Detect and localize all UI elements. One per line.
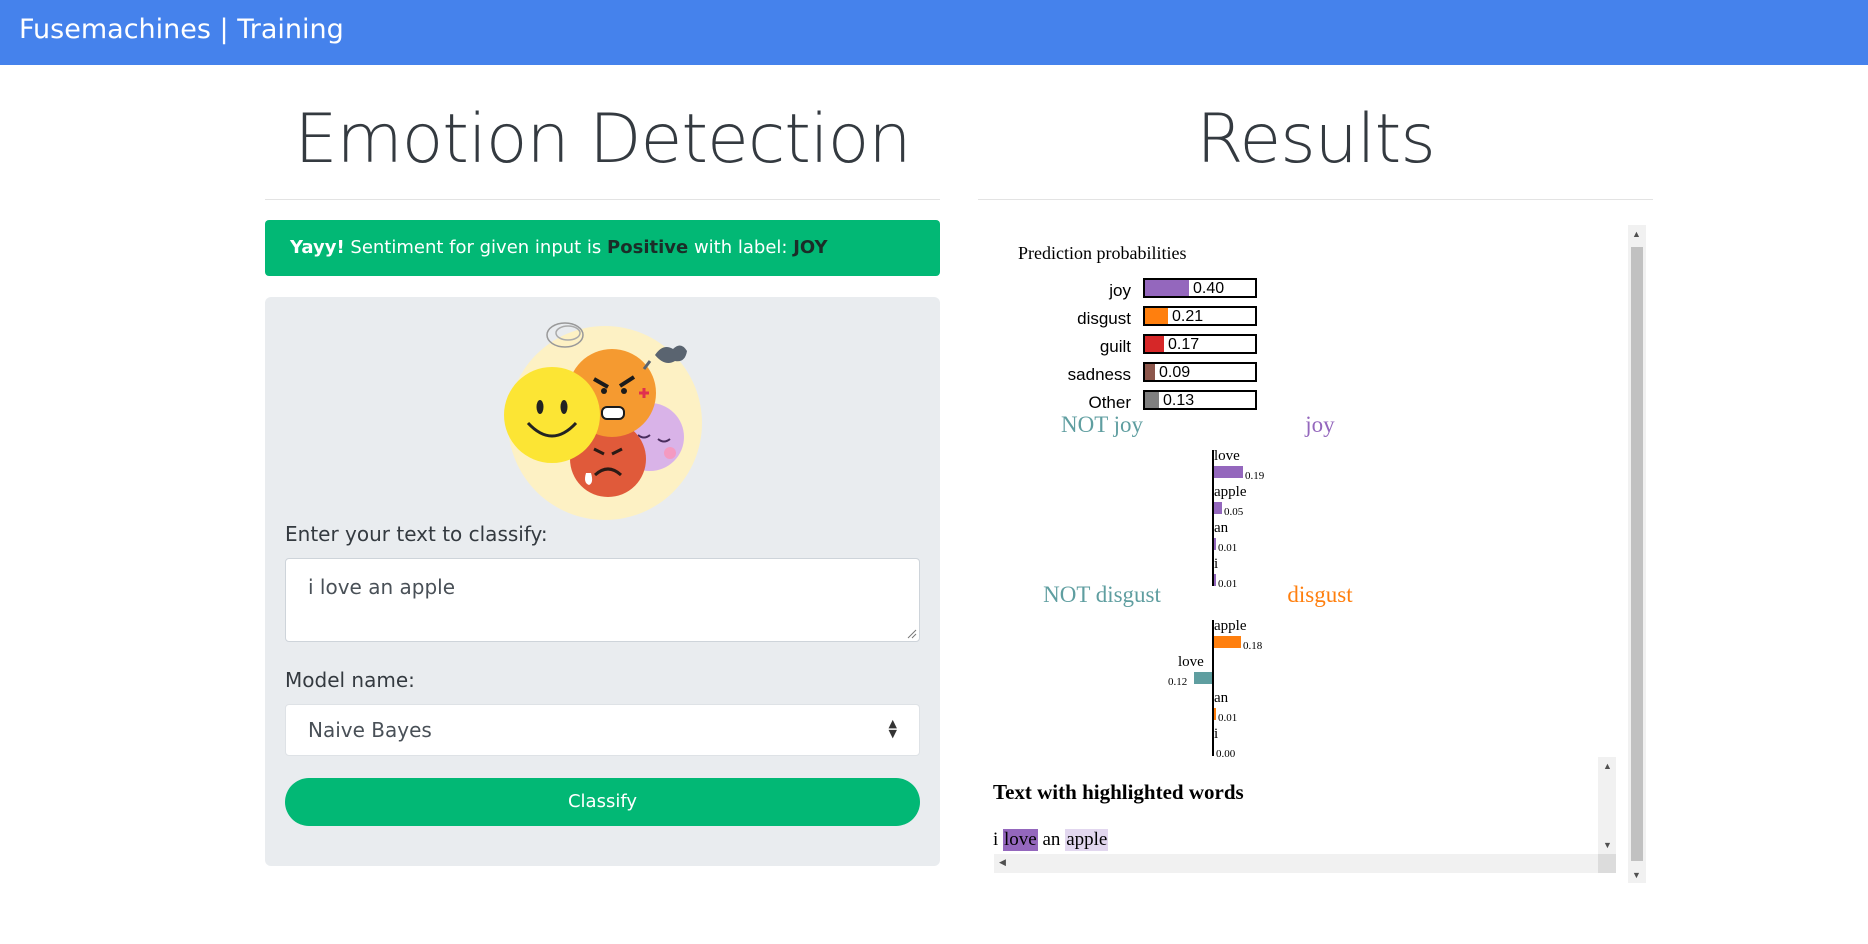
feature-bar	[1214, 708, 1216, 720]
text-input-label: Enter your text to classify:	[285, 522, 548, 546]
feature-word: love	[1214, 448, 1240, 464]
result-alert: Yayy! Sentiment for given input is Posit…	[265, 220, 940, 276]
results-title: Results	[1196, 100, 1436, 179]
resize-grip-icon[interactable]	[907, 629, 917, 639]
scroll-down-icon[interactable]: ▼	[1603, 840, 1612, 850]
scroll-up-icon[interactable]: ▲	[1632, 229, 1641, 239]
highlight-title: Text with highlighted words	[993, 780, 1244, 804]
feature-word: i	[1214, 556, 1219, 572]
feature-word: apple	[1214, 484, 1247, 500]
highlighted-word: love	[1003, 829, 1038, 851]
prob-label-sadness: sadness	[1067, 365, 1131, 384]
alert-label: JOY	[793, 237, 828, 258]
text-input-value: i love an apple	[308, 575, 456, 599]
highlighted-word: apple	[1065, 829, 1109, 851]
prob-bar-disgust: 0.21	[1143, 306, 1257, 326]
highlighted-word: i	[993, 829, 999, 850]
prediction-probabilities-title: Prediction probabilities	[1018, 243, 1187, 263]
feature-bar	[1194, 672, 1212, 684]
feature-word: an	[1214, 520, 1229, 536]
prob-fill-joy	[1145, 280, 1189, 296]
text-input[interactable]: i love an apple	[285, 558, 920, 642]
results-divider	[978, 199, 1653, 200]
prob-value-sadness: 0.09	[1159, 364, 1191, 381]
prob-label-joy: joy	[1109, 281, 1131, 300]
prob-fill-disgust	[1145, 308, 1168, 324]
navbar-brand[interactable]: Fusemachines | Training	[19, 14, 344, 45]
scroll-down-icon[interactable]: ▼	[1632, 870, 1641, 880]
class-label: disgust	[1287, 582, 1353, 607]
navbar: Fusemachines | Training	[0, 0, 1868, 65]
classify-button[interactable]: Classify	[285, 778, 920, 826]
prob-bar-joy: 0.40	[1143, 278, 1257, 298]
feature-word: love	[1178, 654, 1204, 670]
model-select[interactable]: Naive Bayes ▲ ▼	[285, 704, 920, 756]
feature-word: i	[1214, 726, 1219, 742]
feature-value: 0.19	[1245, 470, 1265, 482]
scrollbar-corner	[1598, 854, 1616, 873]
feature-bar	[1214, 538, 1216, 550]
feature-bar	[1214, 636, 1241, 648]
scrollbar-thumb[interactable]	[1631, 247, 1643, 861]
not-class-label: NOT disgust	[1043, 582, 1161, 607]
model-select-value: Naive Bayes	[308, 718, 432, 742]
highlighted-text: i love an apple	[993, 829, 1109, 851]
prob-value-joy: 0.40	[1193, 280, 1225, 297]
prob-fill-guilt	[1145, 336, 1164, 352]
inner-vertical-scrollbar[interactable]: ▲ ▼	[1598, 757, 1616, 854]
prob-fill-sadness	[1145, 364, 1155, 380]
prob-value-Other: 0.13	[1163, 392, 1195, 409]
alert-text-2: with label:	[693, 237, 788, 258]
alert-text: Sentiment for given input is	[350, 237, 602, 258]
prob-fill-Other	[1145, 392, 1159, 408]
model-label: Model name:	[285, 668, 415, 692]
inner-horizontal-scrollbar[interactable]: ◀ ▶	[994, 854, 1616, 873]
feature-bar	[1214, 502, 1222, 514]
alert-prefix: Yayy!	[290, 237, 345, 258]
scroll-up-icon[interactable]: ▲	[1603, 761, 1612, 771]
feature-value: 0.01	[1218, 712, 1238, 724]
feature-value: 0.01	[1218, 578, 1238, 590]
prob-label-Other: Other	[1088, 393, 1131, 412]
feature-word: apple	[1214, 618, 1247, 634]
highlighted-word: an	[1042, 829, 1061, 850]
prob-label-disgust: disgust	[1077, 309, 1131, 328]
feature-word: an	[1214, 690, 1229, 706]
results-vertical-scrollbar[interactable]: ▲ ▼	[1628, 225, 1646, 883]
feature-value: 0.00	[1216, 748, 1236, 760]
class-label: joy	[1305, 412, 1335, 437]
prob-value-disgust: 0.21	[1172, 308, 1204, 325]
alert-sentiment: Positive	[607, 237, 689, 258]
prob-label-guilt: guilt	[1099, 337, 1131, 356]
emotions-illustration	[504, 322, 702, 520]
prob-bar-guilt: 0.17	[1143, 334, 1257, 354]
feature-bar	[1214, 574, 1216, 586]
select-caret-icon: ▲ ▼	[888, 717, 897, 740]
scroll-left-icon[interactable]: ◀	[999, 857, 1006, 868]
feature-value: 0.05	[1224, 506, 1244, 518]
prob-bar-Other: 0.13	[1143, 390, 1257, 410]
feature-value: 0.18	[1243, 640, 1263, 652]
feature-value: 0.01	[1218, 542, 1238, 554]
not-class-label: NOT joy	[1061, 412, 1143, 437]
page-title: Emotion Detection	[294, 100, 911, 179]
prob-value-guilt: 0.17	[1168, 336, 1200, 353]
feature-bar	[1214, 466, 1243, 478]
feature-value: 0.12	[1168, 676, 1188, 688]
title-divider	[265, 199, 940, 200]
prob-bar-sadness: 0.09	[1143, 362, 1257, 382]
